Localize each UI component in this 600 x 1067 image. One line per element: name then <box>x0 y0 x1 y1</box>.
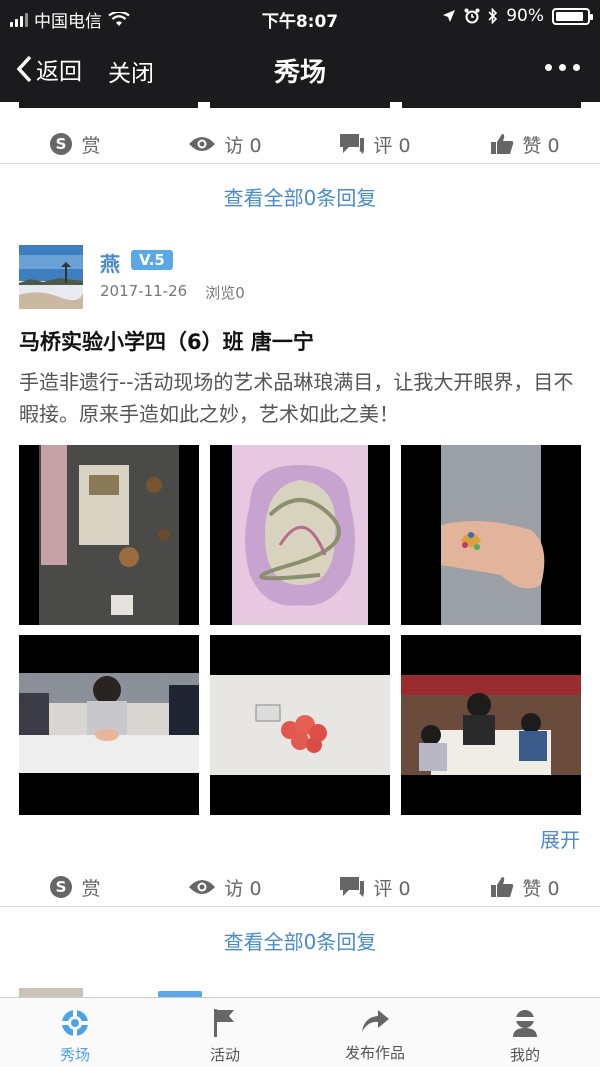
divider <box>0 163 600 164</box>
tab-label: 秀场 <box>59 1046 90 1064</box>
post-body: 手造非遗行--活动现场的艺术品琳琅满目，让我大开眼界，目不暇接。原来手造如此之妙… <box>19 370 574 426</box>
comments-label: 评 0 <box>373 877 411 900</box>
visits-action[interactable]: 访 0 <box>150 862 300 912</box>
eye-icon <box>189 880 216 894</box>
likes-action[interactable]: 赞 0 <box>450 862 600 912</box>
status-right: 90% <box>442 6 593 26</box>
reward-label: 赏 <box>81 877 101 900</box>
reward-label: 赏 <box>81 134 101 157</box>
tab-label: 发布作品 <box>344 1044 405 1062</box>
level-badge: V.5 <box>131 250 173 270</box>
visits-label: 访 0 <box>224 877 262 900</box>
skype-icon: S <box>50 876 73 898</box>
svg-text:S: S <box>56 878 67 896</box>
tab-mine[interactable]: 我的 <box>450 998 600 1067</box>
tab-publish[interactable]: 发布作品 <box>300 998 450 1067</box>
eye-icon <box>189 137 216 151</box>
feed[interactable]: S 赏 访 0 评 0 赞 0 查看全部0条回复 燕 V.5 2017-11-2… <box>0 102 600 997</box>
tab-activity[interactable]: 活动 <box>150 998 300 1067</box>
skype-icon: S <box>50 133 73 155</box>
likes-action[interactable]: 赞 0 <box>450 119 600 169</box>
page-title: 秀场 <box>273 58 326 88</box>
gallery-image[interactable] <box>401 635 581 815</box>
user-icon <box>513 1010 537 1037</box>
gallery-image[interactable] <box>401 445 581 625</box>
svg-text:S: S <box>56 135 67 153</box>
alarm-icon <box>464 8 480 24</box>
more-dot-icon <box>573 64 580 71</box>
flag-icon <box>214 1009 234 1037</box>
comments-label: 评 0 <box>373 134 411 157</box>
comments-action[interactable]: 评 0 <box>300 119 450 169</box>
action-row-previous: S 赏 访 0 评 0 赞 0 <box>0 119 600 169</box>
gallery-image[interactable] <box>210 445 390 625</box>
tab-show[interactable]: 秀场 <box>0 998 150 1067</box>
likes-label: 赞 0 <box>522 134 560 157</box>
thumbs-up-icon <box>491 134 514 154</box>
more-dot-icon <box>559 64 566 71</box>
nav-bar: 返回 关闭 秀场 <box>0 34 600 102</box>
show-icon <box>61 1009 89 1037</box>
post-date: 2017-11-26 <box>100 282 188 300</box>
battery-icon <box>552 7 593 25</box>
post-views: 浏览0 <box>205 284 245 302</box>
post-title: 马桥实验小学四（6）班 唐一宁 <box>19 330 314 354</box>
tab-bar: 秀场 活动 发布作品 我的 <box>0 997 600 1067</box>
bluetooth-icon <box>488 8 498 24</box>
thumbs-up-icon <box>491 877 514 897</box>
divider <box>0 906 600 907</box>
tab-label: 活动 <box>209 1046 240 1064</box>
view-all-replies-link[interactable]: 查看全部0条回复 <box>0 926 600 955</box>
gallery-image[interactable] <box>19 445 199 625</box>
comment-icon <box>340 134 365 154</box>
share-icon <box>362 1010 389 1032</box>
reward-action[interactable]: S 赏 <box>0 119 150 169</box>
reward-action[interactable]: S 赏 <box>0 862 150 912</box>
comment-icon <box>340 877 365 897</box>
more-menu-button[interactable] <box>545 64 580 71</box>
gallery-image[interactable] <box>210 635 390 815</box>
more-dot-icon <box>545 64 552 71</box>
comments-action[interactable]: 评 0 <box>300 862 450 912</box>
avatar[interactable] <box>19 245 83 309</box>
visits-action[interactable]: 访 0 <box>150 119 300 169</box>
status-bar: 中国电信 下午8:07 90% <box>0 0 600 34</box>
post-meta: 2017-11-26 浏览0 <box>100 282 245 303</box>
location-icon <box>443 10 456 22</box>
image-gallery <box>19 445 581 815</box>
next-post-avatar <box>19 988 83 997</box>
tab-label: 我的 <box>509 1046 540 1064</box>
battery-percent: 90% <box>506 6 544 26</box>
visits-label: 访 0 <box>224 134 262 157</box>
action-row: S 赏 访 0 评 0 赞 0 <box>0 862 600 912</box>
likes-label: 赞 0 <box>522 877 560 900</box>
gallery-image[interactable] <box>19 635 199 815</box>
expand-button[interactable]: 展开 <box>540 824 580 853</box>
author-name[interactable]: 燕 <box>100 248 120 277</box>
view-all-replies-link[interactable]: 查看全部0条回复 <box>0 182 600 211</box>
previous-post-images <box>19 102 581 108</box>
